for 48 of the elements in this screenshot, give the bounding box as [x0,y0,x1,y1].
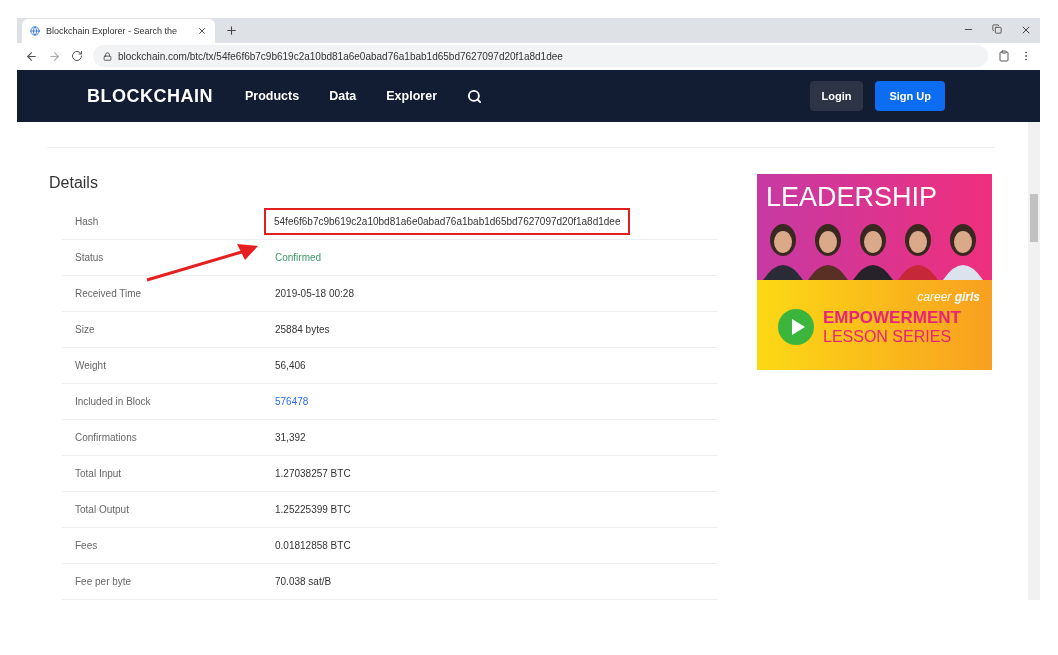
url-text: blockchain.com/btc/tx/54fe6f6b7c9b619c2a10bd81a6e0abad76a1bab1d65bd7627097d20f1a8d1dee [118,50,563,62]
close-tab-icon[interactable] [197,25,207,36]
logo[interactable]: BLOCKCHAIN [87,85,213,107]
section-title: Details [49,174,99,192]
play-icon [777,308,815,346]
detail-value: 1.27038257 BTC [275,468,351,479]
extension-icon[interactable] [998,50,1010,63]
detail-label: Fees [74,540,99,551]
search-icon[interactable] [467,88,482,104]
restore-icon[interactable] [992,24,1002,35]
detail-label: Hash [74,216,100,227]
detail-value: Confirmed [275,252,322,263]
new-tab-icon[interactable] [225,23,238,37]
browser-tab[interactable]: Blockchain Explorer - Search the [22,18,215,43]
detail-value: 54fe6f6b7c9b619c2a10bd81a6e0abad76a1bab1d65bd7627097d20f1a8d1dee [264,208,631,235]
ad-text: LESSON SERIES [823,328,953,346]
ad-headline: LEADERSHIP [765,181,939,213]
detail-value: 2019-05-18 00:28 [275,288,354,299]
favicon-icon [30,25,40,36]
detail-value: 1.25225399 BTC [275,504,351,515]
detail-value: 56,406 [275,360,306,371]
detail-label: Included in Block [74,396,152,407]
detail-label: Total Output [74,504,130,515]
detail-value: 31,392 [275,432,306,443]
login-button[interactable]: Login [809,81,864,111]
address-bar[interactable]: blockchain.com/btc/tx/54fe6f6b7c9b619c2a10bd81a6e0abad76a1bab1d65bd7627097d20f1a8d1dee [93,45,988,68]
detail-label: Size [74,324,96,335]
detail-value: 0.01812858 BTC [275,540,351,551]
reload-icon[interactable] [71,50,83,63]
detail-label: Total Input [74,468,123,479]
detail-value: 70.038 sat/B [275,576,332,587]
detail-label: Confirmations [74,432,138,443]
detail-value: 25884 bytes [275,324,330,335]
back-icon[interactable] [25,49,38,63]
detail-label: Fee per byte [74,576,133,587]
scrollbar[interactable] [1028,122,1040,600]
nav-link[interactable]: Explorer [386,89,437,103]
detail-label: Weight [74,360,107,371]
block-link[interactable]: 576478 [275,396,309,407]
tab-title: Blockchain Explorer - Search the [46,25,179,36]
ad-text: EMPOWERMENT [823,308,961,328]
sign-up-button[interactable]: Sign Up [875,81,945,111]
detail-label: Received Time [74,288,143,299]
lock-icon [103,51,112,61]
ad-brand: career girls [917,290,980,304]
nav-link[interactable]: Products [245,89,300,103]
detail-label: Status [74,252,105,263]
nav-link[interactable]: Data [329,89,357,103]
